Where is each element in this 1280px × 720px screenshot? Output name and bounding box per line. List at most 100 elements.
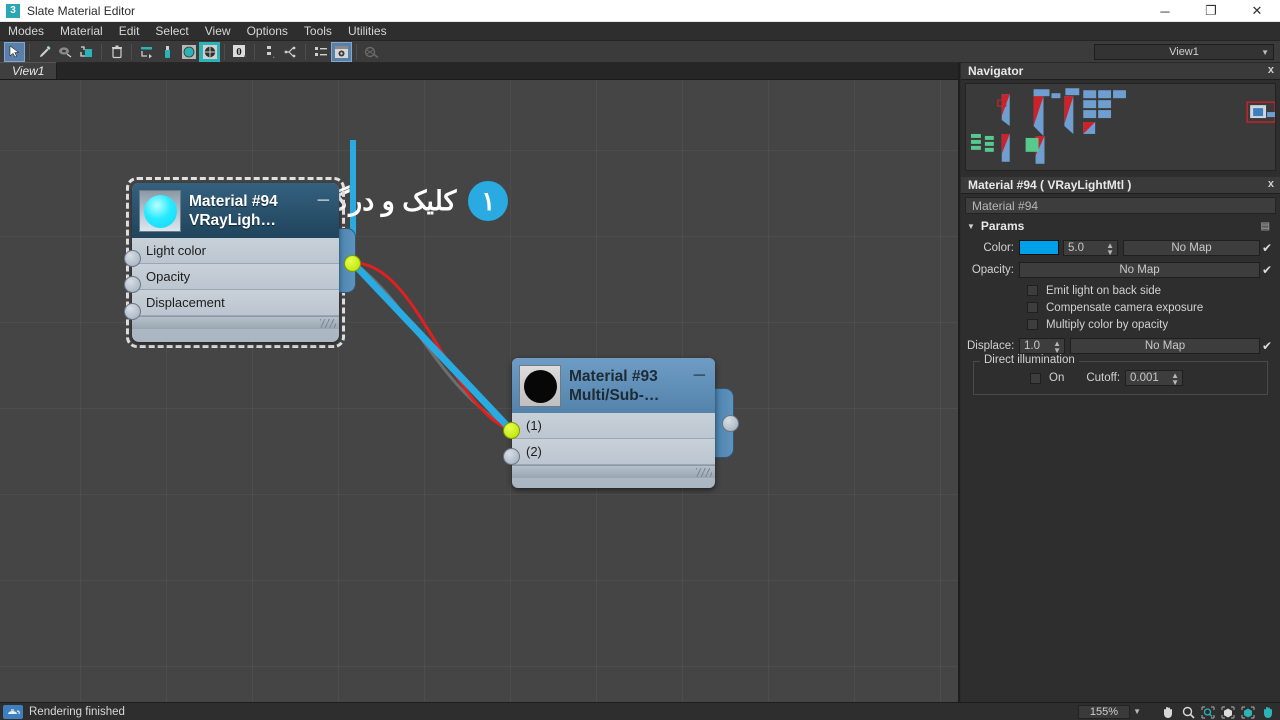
- eyedropper-icon[interactable]: [34, 42, 55, 62]
- chevron-down-icon: ▼: [1261, 47, 1269, 57]
- view-selector-combo[interactable]: View1 ▼: [1094, 44, 1274, 60]
- move-to-parent-icon[interactable]: [136, 42, 157, 62]
- cutoff-spinner-arrows-icon[interactable]: ▲ ▼: [1171, 372, 1179, 387]
- node94-slot-light-color[interactable]: Light color: [132, 238, 339, 264]
- menu-modes[interactable]: Modes: [0, 22, 52, 41]
- node94-header[interactable]: Material #94 VRayLigh… ─: [132, 183, 339, 238]
- material-parameter-editor-icon[interactable]: [310, 42, 331, 62]
- color-swatch[interactable]: [1019, 240, 1059, 255]
- node-material-94[interactable]: Material #94 VRayLigh… ─ Light color Opa…: [132, 183, 339, 342]
- node-material-93[interactable]: Material #93 Multi/Sub-… ─ (1) (2): [512, 358, 715, 488]
- navigation-tools: [1158, 704, 1278, 720]
- show-background-icon[interactable]: [199, 41, 220, 62]
- opacity-map-button[interactable]: No Map: [1019, 261, 1260, 278]
- select-arrow-icon[interactable]: [4, 41, 25, 62]
- color-map-enabled-check[interactable]: ✔: [1260, 241, 1274, 255]
- emit-light-back-side-label: Emit light on back side: [1046, 284, 1162, 297]
- opacity-map-enabled-check[interactable]: ✔: [1260, 263, 1274, 277]
- toolbar-separator-3: [131, 43, 132, 60]
- move-children-icon[interactable]: [55, 42, 76, 62]
- node94-slot-displacement[interactable]: Displacement: [132, 290, 339, 316]
- node93-input-socket-2[interactable]: [503, 448, 520, 465]
- toolbar-separator-1: [29, 43, 30, 60]
- cutoff-spinner[interactable]: 0.001 ▲ ▼: [1125, 370, 1184, 387]
- right-panel: Navigator x Material #94 (VRayLightMtl …: [961, 63, 1280, 702]
- node93-resize-grip[interactable]: [696, 468, 712, 477]
- pick-material-icon[interactable]: [157, 42, 178, 62]
- assign-material-icon[interactable]: [76, 42, 97, 62]
- node93-header[interactable]: Material #93 Multi/Sub-… ─: [512, 358, 715, 413]
- params-rollout-header[interactable]: ▼ Params ▤: [961, 217, 1280, 235]
- navigator-header: Navigator x: [961, 63, 1280, 80]
- menu-tools[interactable]: Tools: [296, 22, 340, 41]
- delete-icon[interactable]: [106, 42, 127, 62]
- show-shaded-material-icon[interactable]: [178, 42, 199, 62]
- multiply-color-by-opacity-checkbox[interactable]: [1027, 319, 1038, 330]
- status-bar: Rendering finished 155% ▼: [0, 702, 1280, 720]
- node94-slot-opacity[interactable]: Opacity: [132, 264, 339, 290]
- compensate-camera-exposure-row[interactable]: Compensate camera exposure: [967, 299, 1274, 316]
- navigator-close-icon[interactable]: x: [1268, 64, 1274, 76]
- material-name-field[interactable]: Material #94: [965, 197, 1276, 214]
- close-button[interactable]: ✕: [1234, 0, 1280, 22]
- menu-select[interactable]: Select: [147, 22, 196, 41]
- emit-light-back-side-row[interactable]: Emit light on back side: [967, 282, 1274, 299]
- zoom-extents-icon[interactable]: [1218, 704, 1238, 720]
- node94-input-socket-displacement[interactable]: [124, 303, 141, 320]
- spinner-arrows-icon[interactable]: ▲ ▼: [1106, 241, 1114, 256]
- node93-minimize-icon[interactable]: ─: [694, 368, 705, 384]
- displace-map-enabled-check[interactable]: ✔: [1260, 339, 1274, 353]
- node93-thumbnail: [519, 364, 561, 407]
- node93-title-line1: Material #93: [569, 367, 658, 385]
- displace-spinner[interactable]: 1.0 ▲ ▼: [1019, 337, 1065, 354]
- window-title: Slate Material Editor: [27, 3, 136, 18]
- node94-input-socket-light-color[interactable]: [124, 250, 141, 267]
- displace-spinner-arrows-icon[interactable]: ▲ ▼: [1053, 339, 1061, 354]
- node93-input-socket-1[interactable]: [503, 422, 520, 439]
- zoom-region-icon[interactable]: [1198, 704, 1218, 720]
- color-map-button[interactable]: No Map: [1123, 239, 1260, 256]
- zoom-level-field[interactable]: 155%: [1078, 705, 1130, 719]
- menu-edit[interactable]: Edit: [111, 22, 148, 41]
- node94-resize-grip[interactable]: [320, 319, 336, 328]
- zoom-extents-selected-icon[interactable]: [1238, 704, 1258, 720]
- show-end-result-icon[interactable]: 0: [229, 42, 250, 62]
- color-multiplier-spinner[interactable]: 5.0 ▲ ▼: [1063, 239, 1118, 256]
- navigator-title: Navigator: [968, 64, 1024, 78]
- minimize-button[interactable]: ─: [1142, 0, 1188, 22]
- maximize-button[interactable]: ❐: [1188, 0, 1234, 22]
- node94-input-socket-opacity[interactable]: [124, 276, 141, 293]
- node93-output-socket[interactable]: [722, 415, 739, 432]
- annotation-step-badge: ۱: [468, 181, 509, 221]
- node94-title-line2: VRayLigh…: [189, 211, 276, 229]
- menu-material[interactable]: Material: [52, 22, 111, 41]
- material-map-browser-icon[interactable]: [361, 42, 382, 62]
- pan-hand-icon[interactable]: [1158, 704, 1178, 720]
- node-graph-canvas[interactable]: ۱ کلیک و درگ: [0, 80, 958, 702]
- material-panel-close-icon[interactable]: x: [1268, 178, 1274, 190]
- layout-all-icon[interactable]: [280, 42, 301, 62]
- node94-minimize-icon[interactable]: ─: [318, 193, 329, 209]
- navigator-minimap: [970, 88, 1275, 164]
- node94-title-line1: Material #94: [189, 192, 278, 210]
- node93-slot-1[interactable]: (1): [512, 413, 715, 439]
- compensate-camera-exposure-label: Compensate camera exposure: [1046, 301, 1204, 314]
- menu-options[interactable]: Options: [239, 22, 296, 41]
- pan-active-icon[interactable]: [1258, 704, 1278, 720]
- tab-view1[interactable]: View1: [0, 62, 58, 79]
- displace-map-button[interactable]: No Map: [1070, 337, 1260, 354]
- node94-output-socket[interactable]: [344, 255, 361, 272]
- layout-children-icon[interactable]: [259, 42, 280, 62]
- node93-slot-2[interactable]: (2): [512, 439, 715, 465]
- emit-light-back-side-checkbox[interactable]: [1027, 285, 1038, 296]
- navigator-thumbnail-view[interactable]: [965, 83, 1276, 171]
- compensate-camera-exposure-checkbox[interactable]: [1027, 302, 1038, 313]
- zoom-dropdown-icon[interactable]: ▼: [1133, 707, 1141, 716]
- node93-title-line2: Multi/Sub-…: [569, 386, 660, 404]
- direct-illumination-on-checkbox[interactable]: [1030, 372, 1041, 384]
- menu-view[interactable]: View: [197, 22, 239, 41]
- multiply-color-by-opacity-row[interactable]: Multiply color by opacity: [967, 316, 1274, 333]
- zoom-magnifier-icon[interactable]: [1178, 704, 1198, 720]
- menu-utilities[interactable]: Utilities: [340, 22, 395, 41]
- navigator-toggle-icon[interactable]: [331, 41, 352, 62]
